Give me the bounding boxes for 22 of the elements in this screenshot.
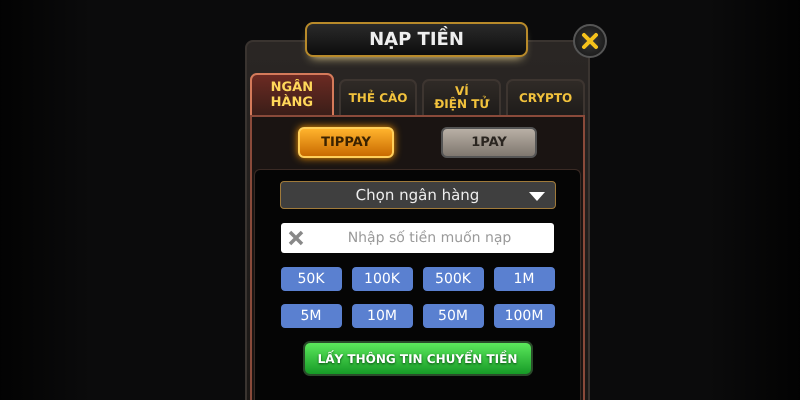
provider-button[interactable]: 1PAY — [441, 127, 537, 158]
amount-button[interactable]: 1M — [494, 267, 554, 291]
tab[interactable]: NGÂN HÀNG — [250, 73, 334, 115]
amount-button[interactable]: 5M — [280, 304, 342, 328]
amount-button[interactable]: 100K — [352, 267, 412, 291]
amount-button[interactable]: 10M — [352, 304, 412, 328]
caret-icon — [528, 192, 544, 201]
amount-field[interactable]: Nhập số tiền muốn nạp — [281, 223, 554, 253]
bank-dropdown[interactable]: Chọn ngân hàng — [280, 181, 556, 209]
amount-button[interactable]: 500K — [422, 267, 484, 291]
close-button[interactable] — [573, 24, 607, 58]
tab[interactable]: CRYPTO — [506, 79, 585, 115]
clear-icon — [288, 230, 304, 246]
tab[interactable]: THẺ CÀO — [338, 79, 418, 115]
dialog-title: NẠP TIỀN — [305, 22, 528, 57]
get-transfer-info-button[interactable]: LẤY THÔNG TIN CHUYỂN TIỀN — [302, 341, 532, 376]
provider-button[interactable]: TIPPAY — [298, 127, 394, 158]
amount-button[interactable]: 50M — [422, 304, 484, 328]
close-icon — [581, 32, 599, 50]
amount-button[interactable]: 50K — [280, 267, 342, 291]
amount-button[interactable]: 100M — [494, 304, 554, 328]
tab[interactable]: VÍ ĐIỆN TỬ — [422, 79, 502, 115]
